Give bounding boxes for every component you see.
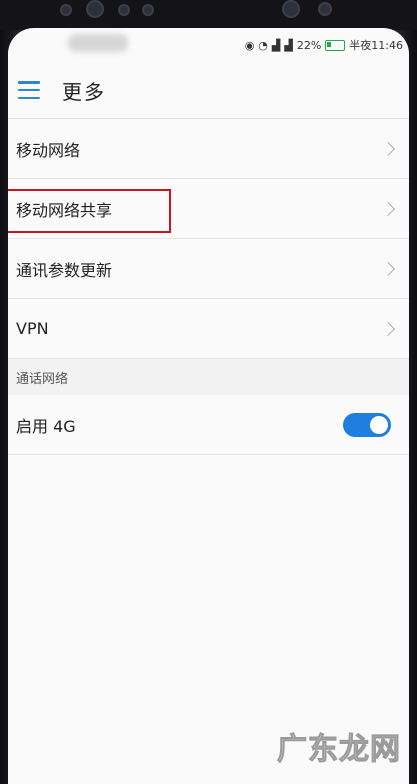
phone-frame: ◉ ◔ ▟ ▟ 22% 半夜11:46 更多 移动网络 移动网络共享 通讯参数更…: [0, 0, 417, 784]
top-bezel: [0, 0, 417, 30]
list-item-label: VPN: [16, 319, 49, 338]
highlight-annotation-box: [8, 189, 171, 233]
list-item-label: 通讯参数更新: [16, 260, 113, 280]
chevron-right-icon: [380, 261, 396, 276]
settings-list: 移动网络 移动网络共享 通讯参数更新 VPN: [8, 119, 409, 359]
list-item-mobile-network[interactable]: 移动网络: [8, 119, 409, 179]
page-title: 更多: [62, 79, 106, 104]
status-notification-blur: [68, 34, 128, 52]
chevron-right-icon: [380, 201, 396, 216]
list-item-label: 移动网络: [16, 140, 81, 160]
camera-icon: [282, 0, 300, 18]
toggle-knob: [370, 415, 388, 434]
status-bar: ◉ ◔ ▟ ▟ 22% 半夜11:46: [8, 28, 409, 62]
section-header: 通话网络: [8, 359, 409, 395]
signal-icon: ▟: [284, 38, 293, 52]
sensor-icon: [142, 4, 154, 16]
menu-icon[interactable]: [18, 81, 40, 99]
chevron-right-icon: [380, 141, 396, 156]
eye-icon: ◉: [244, 38, 255, 52]
app-bar: 更多: [8, 62, 409, 119]
toggle-label: 启用 4G: [16, 416, 76, 436]
signal-icon: ▟: [271, 38, 281, 52]
status-time: 半夜11:46: [349, 39, 403, 52]
list-item-vpn[interactable]: VPN: [8, 299, 409, 359]
battery-percent: 22%: [296, 38, 322, 52]
battery-icon: [325, 39, 346, 51]
wifi-icon: ◔: [258, 38, 268, 52]
enable-4g-toggle[interactable]: [343, 412, 391, 437]
watermark-logo: 广东龙网: [277, 732, 401, 768]
camera-icon: [86, 0, 104, 18]
sensor-icon: [60, 4, 72, 16]
screen: ◉ ◔ ▟ ▟ 22% 半夜11:46 更多 移动网络 移动网络共享 通讯参数更…: [8, 28, 409, 784]
sensor-icon: [118, 4, 130, 16]
chevron-right-icon: [380, 321, 396, 336]
sensor-icon: [318, 2, 332, 16]
list-item-enable-4g[interactable]: 启用 4G: [8, 395, 409, 455]
list-item-carrier-update[interactable]: 通讯参数更新: [8, 239, 409, 299]
